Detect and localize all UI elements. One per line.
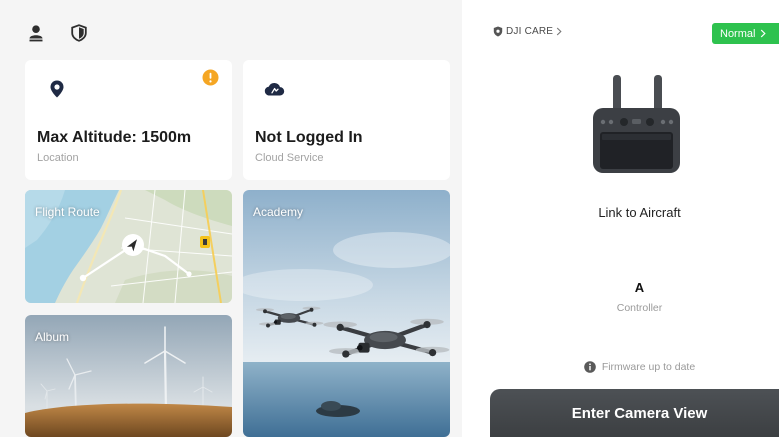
academy-card[interactable]: Academy: [243, 190, 450, 437]
album-label: Album: [35, 330, 70, 344]
location-pin-icon: [50, 80, 64, 98]
device-panel: DJI CARE Normal Link to Aircraft A Contr…: [462, 0, 779, 437]
dji-care-label: DJI CARE: [506, 26, 554, 37]
flight-route-card[interactable]: Flight Route: [25, 190, 232, 303]
location-title: Max Altitude: 1500m: [37, 129, 192, 146]
device-type: Controller: [616, 302, 663, 314]
cloud-icon: [264, 82, 285, 96]
cloud-service-card[interactable]: Not Logged In Cloud Service: [243, 60, 450, 180]
location-subtitle: Location: [37, 152, 79, 164]
academy-label: Academy: [253, 205, 304, 219]
flight-route-label: Flight Route: [35, 205, 100, 219]
shield-icon[interactable]: [70, 24, 88, 42]
enter-camera-view-label: Enter Camera View: [571, 404, 708, 422]
left-stick: [620, 118, 628, 126]
info-icon: [584, 361, 596, 373]
device-name: A: [634, 280, 645, 295]
cloud-subtitle: Cloud Service: [255, 152, 324, 164]
dji-care-link[interactable]: DJI CARE: [493, 26, 562, 37]
link-to-aircraft[interactable]: Link to Aircraft: [500, 205, 779, 220]
enter-camera-view-button[interactable]: Enter Camera View: [490, 389, 779, 437]
academy-image: [243, 190, 450, 437]
warning-icon: [202, 69, 219, 86]
chevron-right-icon: [556, 27, 562, 36]
hill: [25, 403, 232, 437]
album-card[interactable]: Album: [25, 315, 232, 437]
dji-care-icon: [493, 26, 503, 37]
status-badge[interactable]: Normal: [712, 23, 779, 44]
cloud-title: Not Logged In: [255, 129, 363, 146]
user-icon[interactable]: [27, 24, 45, 42]
chevron-right-icon: [761, 29, 767, 38]
firmware-status-label: Firmware up to date: [601, 361, 696, 373]
firmware-status: Firmware up to date: [500, 361, 779, 373]
sea: [243, 362, 450, 437]
right-stick: [646, 118, 654, 126]
status-label: Normal: [720, 27, 756, 40]
remote-controller-image: [593, 75, 680, 173]
location-card[interactable]: Max Altitude: 1500m Location: [25, 60, 232, 180]
